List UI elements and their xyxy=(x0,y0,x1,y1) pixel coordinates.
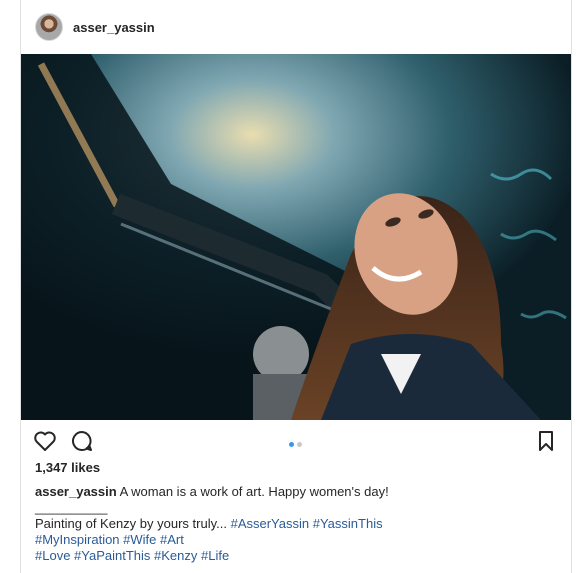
post-header: asser_yassin xyxy=(21,0,571,54)
post-caption: asser_yassin A woman is a work of art. H… xyxy=(35,484,555,564)
post-actions xyxy=(21,420,571,460)
hashtag-link[interactable]: #Wife xyxy=(123,532,156,547)
photo-illustration xyxy=(21,54,571,420)
hashtag-link[interactable]: #YaPaintThis xyxy=(74,548,150,563)
hashtag-link[interactable]: #YassinThis xyxy=(313,516,383,531)
caption-username[interactable]: asser_yassin xyxy=(35,484,117,499)
hashtag-link[interactable]: #Kenzy xyxy=(154,548,197,563)
post-username[interactable]: asser_yassin xyxy=(73,20,155,35)
likes-count[interactable]: 1,347 likes xyxy=(35,460,100,475)
bookmark-icon[interactable] xyxy=(537,430,559,452)
caption-line-4: #MyInspiration #Wife #Art xyxy=(35,532,555,548)
heart-icon[interactable] xyxy=(33,430,56,452)
hashtag-link[interactable]: #Art xyxy=(160,532,184,547)
caption-line-5: #Love #YaPaintThis #Kenzy #Life xyxy=(35,548,555,564)
carousel-dot[interactable] xyxy=(297,442,302,447)
hashtag-link[interactable]: #MyInspiration xyxy=(35,532,120,547)
caption-divider: __________ xyxy=(35,500,108,515)
carousel-dot-active[interactable] xyxy=(289,442,294,447)
post-card: asser_yassin 1,347 likes asser_yassin A … xyxy=(20,0,572,573)
avatar[interactable] xyxy=(35,13,63,41)
caption-line-3-text: Painting of Kenzy by yours truly... xyxy=(35,516,227,531)
hashtag-link[interactable]: #AsserYassin xyxy=(231,516,310,531)
hashtag-link[interactable]: #Life xyxy=(201,548,229,563)
hashtag-link[interactable]: #Love xyxy=(35,548,70,563)
post-photo[interactable] xyxy=(21,54,571,420)
caption-text: A woman is a work of art. Happy women's … xyxy=(119,484,389,499)
caption-line-3: Painting of Kenzy by yours truly... #Ass… xyxy=(35,516,555,532)
carousel-indicator xyxy=(289,434,305,452)
caption-line-1: asser_yassin A woman is a work of art. H… xyxy=(35,484,555,500)
comment-icon[interactable] xyxy=(71,430,93,452)
